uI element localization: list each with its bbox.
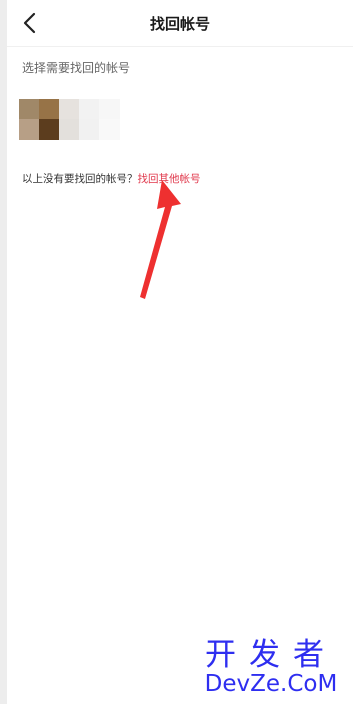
watermark-chinese-text: 开发者 [205,637,337,673]
prompt-text: 以上没有要找回的帐号？ [22,173,138,185]
section-label: 选择需要找回的帐号 [22,61,131,75]
account-list-item[interactable] [19,99,120,140]
left-edge-strip [0,0,7,704]
red-arrow-annotation [140,180,181,299]
watermark-latin-text: DevZe.CoM [204,671,338,697]
navigation-bar: 找回帐号 [7,0,353,47]
page-title: 找回帐号 [149,15,210,33]
watermark: 开发者 DevZe.CoM [196,638,346,698]
